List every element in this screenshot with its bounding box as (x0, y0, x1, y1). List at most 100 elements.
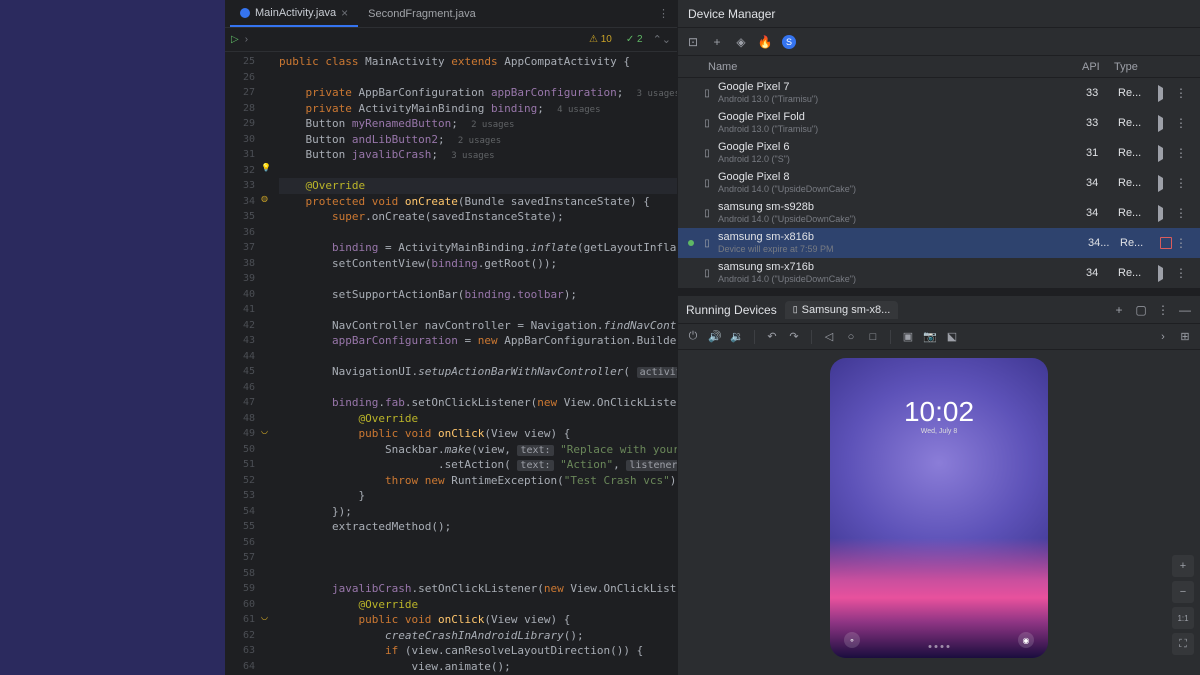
more-icon[interactable]: ⋮ (1172, 236, 1190, 250)
wallpaper-gradient (830, 538, 1048, 658)
device-type: Re... (1118, 207, 1158, 219)
warning-badge[interactable]: ⚠ 10 (585, 33, 616, 46)
screenshot-icon[interactable]: ▣ (901, 330, 915, 344)
overview-icon[interactable]: □ (866, 330, 880, 344)
minimize-icon[interactable]: — (1178, 303, 1192, 317)
more-icon[interactable]: ⋮ (1172, 86, 1190, 100)
more-icon[interactable]: ⋮ (1172, 146, 1190, 160)
tab-label: Samsung sm-x8... (802, 304, 891, 316)
phone-icon: ▯ (698, 178, 716, 189)
running-device-tab[interactable]: ▯ Samsung sm-x8... (785, 301, 899, 319)
device-row[interactable]: ▯Google Pixel 6Android 12.0 ("S")31Re...… (678, 138, 1200, 168)
col-name[interactable]: Name (688, 61, 1082, 73)
device-name: samsung sm-s928b (718, 201, 1086, 213)
device-row[interactable]: ▯Google Pixel FoldAndroid 13.0 ("Tiramis… (678, 108, 1200, 138)
add-tab-icon[interactable]: + (1112, 303, 1126, 317)
emulator-viewport[interactable]: 10:02 Wed, July 8 ⚬ ◉ + − 1:1 ⛶ (678, 350, 1200, 675)
device-row[interactable]: ▯Google Pixel 8Android 14.0 ("UpsideDown… (678, 168, 1200, 198)
inspection-badges[interactable]: ⚠ 10 ✓ 2 ⌃⌄ (585, 33, 671, 46)
lock-screen-time: 10:02 (830, 396, 1048, 428)
play-icon[interactable] (1158, 208, 1172, 219)
phone-icon: ▯ (698, 268, 716, 279)
chevron-up-down-icon[interactable]: ⌃⌄ (653, 33, 671, 46)
java-file-icon (240, 8, 250, 18)
code-content[interactable]: public class MainActivity extends AppCom… (279, 52, 677, 675)
device-manager-toolbar: ⊡ + ◈ 🔥 S (678, 28, 1200, 56)
volume-down-icon[interactable]: 🔉 (730, 330, 744, 344)
col-type[interactable]: Type (1114, 61, 1154, 73)
wifi-icon[interactable]: ◈ (734, 35, 748, 49)
record-icon[interactable]: ⬕ (945, 330, 959, 344)
device-api: 34 (1086, 177, 1118, 189)
camera-icon[interactable]: 📷 (923, 330, 937, 344)
play-icon[interactable] (1158, 118, 1172, 129)
editor-tabs: MainActivity.java × SecondFragment.java … (225, 0, 677, 28)
stop-icon[interactable] (1160, 237, 1172, 249)
tab-second-fragment[interactable]: SecondFragment.java (358, 1, 486, 27)
device-name: samsung sm-x816b (718, 231, 1088, 243)
zoom-out-button[interactable]: − (1172, 581, 1194, 603)
window-icon[interactable]: ▢ (1134, 303, 1148, 317)
chevron-right-icon[interactable]: › (1156, 330, 1170, 344)
device-manager-header: Device Manager (678, 0, 1200, 28)
phone-icon: ▯ (698, 238, 716, 249)
settings-icon[interactable]: ⊞ (1178, 330, 1192, 344)
play-icon[interactable] (1158, 88, 1172, 99)
pair-device-icon[interactable]: ⊡ (686, 35, 700, 49)
rotate-right-icon[interactable]: ↷ (787, 330, 801, 344)
rotate-left-icon[interactable]: ↶ (765, 330, 779, 344)
device-row[interactable]: ▯samsung sm-x816bDevice will expire at 7… (678, 228, 1200, 258)
more-icon[interactable]: ⋮ (1172, 206, 1190, 220)
close-icon[interactable]: × (341, 6, 348, 20)
device-name: samsung sm-x716b (718, 261, 1086, 273)
device-row[interactable]: ▯samsung sm-s928bAndroid 14.0 ("UpsideDo… (678, 198, 1200, 228)
phone-icon: ▯ (698, 208, 716, 219)
running-status-dot (688, 240, 694, 246)
more-icon[interactable]: ⋮ (1172, 116, 1190, 130)
device-list: ▯Google Pixel 7Android 13.0 ("Tiramisu")… (678, 78, 1200, 288)
device-api: 33 (1086, 117, 1118, 129)
device-subtitle: Android 14.0 ("UpsideDownCake") (718, 183, 1086, 195)
device-api: 34... (1088, 237, 1120, 249)
firebase-icon[interactable]: 🔥 (758, 35, 772, 49)
play-icon[interactable] (1158, 268, 1172, 279)
device-row[interactable]: ▯Google Pixel 7Android 13.0 ("Tiramisu")… (678, 78, 1200, 108)
device-subtitle: Android 14.0 ("UpsideDownCake") (718, 213, 1086, 225)
code-editor[interactable]: 2526272829303132333435363738394041424344… (225, 52, 677, 675)
run-gutter-icon[interactable]: ▷ (231, 34, 239, 45)
zoom-fit-button[interactable]: 1:1 (1172, 607, 1194, 629)
emulator-toolbar: ⏻ 🔊 🔉 ↶ ↷ ◁ ○ □ ▣ 📷 ⬕ › ⊞ (678, 324, 1200, 350)
play-icon[interactable] (1158, 148, 1172, 159)
sync-icon[interactable]: S (782, 35, 796, 49)
tabs-more-icon[interactable]: ⋮ (658, 7, 669, 20)
col-api[interactable]: API (1082, 61, 1114, 73)
camera-shortcut-icon[interactable]: ◉ (1018, 632, 1034, 648)
device-screen[interactable]: 10:02 Wed, July 8 ⚬ ◉ (830, 358, 1048, 658)
device-type: Re... (1118, 87, 1158, 99)
ok-badge[interactable]: ✓ 2 (622, 33, 647, 46)
tab-label: SecondFragment.java (368, 8, 476, 20)
device-row[interactable]: ▯samsung sm-x716bAndroid 14.0 ("UpsideDo… (678, 258, 1200, 288)
zoom-controls: + − 1:1 ⛶ (1172, 555, 1194, 655)
device-type: Re... (1118, 117, 1158, 129)
device-subtitle: Android 13.0 ("Tiramisu") (718, 93, 1086, 105)
more-icon[interactable]: ⋮ (1156, 303, 1170, 317)
running-devices-header: Running Devices ▯ Samsung sm-x8... + ▢ ⋮… (678, 296, 1200, 324)
add-device-icon[interactable]: + (710, 35, 724, 49)
device-type: Re... (1118, 267, 1158, 279)
play-icon[interactable] (1158, 178, 1172, 189)
device-subtitle: Android 14.0 ("UpsideDownCake") (718, 273, 1086, 285)
device-subtitle: Android 13.0 ("Tiramisu") (718, 123, 1086, 135)
device-name: Google Pixel 6 (718, 141, 1086, 153)
power-icon[interactable]: ⏻ (686, 330, 700, 344)
zoom-full-button[interactable]: ⛶ (1172, 633, 1194, 655)
more-icon[interactable]: ⋮ (1172, 266, 1190, 280)
more-icon[interactable]: ⋮ (1172, 176, 1190, 190)
back-icon[interactable]: ◁ (822, 330, 836, 344)
flashlight-shortcut-icon[interactable]: ⚬ (844, 632, 860, 648)
device-api: 34 (1086, 207, 1118, 219)
zoom-in-button[interactable]: + (1172, 555, 1194, 577)
tab-main-activity[interactable]: MainActivity.java × (230, 1, 358, 27)
home-icon[interactable]: ○ (844, 330, 858, 344)
volume-up-icon[interactable]: 🔊 (708, 330, 722, 344)
